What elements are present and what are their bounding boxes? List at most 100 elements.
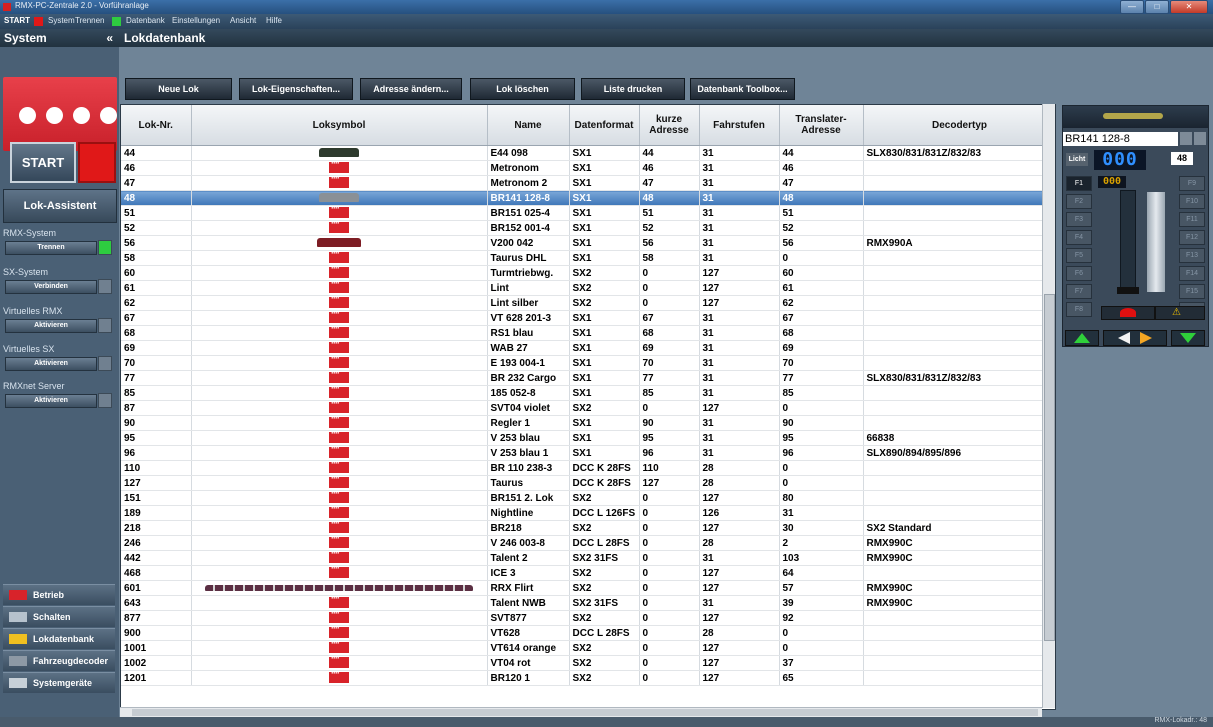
col-lok-nr[interactable]: Lok-Nr. <box>121 105 192 146</box>
decelerate-button[interactable] <box>1171 330 1205 346</box>
close-button[interactable]: ✕ <box>1170 0 1208 14</box>
function-key-f11[interactable]: F11 <box>1179 212 1205 227</box>
datenbank-toolbox-button[interactable]: Datenbank Toolbox... <box>690 78 795 100</box>
table-row[interactable]: 1001VT614 orangeSX201270 <box>121 640 1055 656</box>
table-row[interactable]: 95V 253 blauSX195319566838 <box>121 430 1055 446</box>
throttle-loco-select[interactable]: BR141 128-8 <box>1063 132 1178 146</box>
table-row[interactable]: 62Lint silberSX2012762 <box>121 295 1055 311</box>
table-row[interactable]: 44 E44 098 SX1 44 31 44 SLX830/831/831Z/832/83 <box>121 145 1055 161</box>
direction-button[interactable] <box>1103 330 1167 346</box>
col-loksymbol[interactable]: Loksymbol <box>191 105 488 146</box>
dropdown-icon[interactable] <box>1180 132 1192 145</box>
tool-icon[interactable] <box>1194 132 1206 145</box>
nav-lokdatenbank[interactable]: Lokdatenbank <box>3 628 115 649</box>
table-row[interactable]: 151 BR151 2. LokSX2012780 <box>121 490 1055 506</box>
table-row[interactable]: 60Turmtriebwg.SX2012760 <box>121 265 1055 281</box>
table-vertical-scrollbar[interactable] <box>1042 104 1055 708</box>
col-translater-adresse[interactable]: Translater-Adresse <box>779 105 864 146</box>
table-row[interactable]: 110BR 110 238-3DCC K 28FS110280 <box>121 460 1055 476</box>
table-row[interactable]: 70E 193 004-1SX1703170 <box>121 355 1055 371</box>
table-row[interactable]: 90Regler 1SX1903190 <box>121 415 1055 431</box>
menu-ansicht[interactable]: Ansicht <box>230 16 256 25</box>
table-row[interactable]: 643 Talent NWBSX2 31FS03139RMX990C <box>121 595 1055 611</box>
sx-verbinden-button[interactable]: Verbinden <box>5 280 97 294</box>
function-key-f7[interactable]: F7 <box>1066 284 1092 299</box>
function-key-f10[interactable]: F10 <box>1179 194 1205 209</box>
table-row[interactable]: 246 V 246 003-8DCC L 28FS0282RMX990C <box>121 535 1055 551</box>
function-key-f14[interactable]: F14 <box>1179 266 1205 281</box>
table-row[interactable]: 442 Talent 2SX2 31FS031103RMX990C <box>121 550 1055 566</box>
function-key-f2[interactable]: F2 <box>1066 194 1092 209</box>
adresse-aendern-button[interactable]: Adresse ändern... <box>360 78 462 100</box>
nav-schalten[interactable]: Schalten <box>3 606 115 627</box>
table-row[interactable]: 69WAB 27SX1693169 <box>121 340 1055 356</box>
scrollbar-thumb[interactable] <box>1044 294 1055 641</box>
scrollbar-thumb[interactable] <box>132 709 1038 716</box>
function-key-f13[interactable]: F13 <box>1179 248 1205 263</box>
stop-button[interactable] <box>1101 306 1155 320</box>
collapse-sidebar-icon[interactable]: « <box>106 29 113 47</box>
neue-lok-button[interactable]: Neue Lok <box>125 78 232 100</box>
table-row[interactable]: 46MetronomSX1463146 <box>121 160 1055 176</box>
table-row[interactable]: 58Taurus DHLSX158310 <box>121 250 1055 266</box>
nav-systemgeraete[interactable]: Systemgeräte <box>3 672 115 693</box>
function-key-f6[interactable]: F6 <box>1066 266 1092 281</box>
function-key-f9[interactable]: F9 <box>1179 176 1205 191</box>
menu-trennen[interactable]: Trennen <box>75 16 105 25</box>
table-row[interactable]: 1201 BR120 1SX2012765 <box>121 670 1055 686</box>
slider-knob[interactable] <box>1117 287 1139 294</box>
lok-loeschen-button[interactable]: Lok löschen <box>470 78 575 100</box>
menu-einstellungen[interactable]: Einstellungen <box>172 16 220 25</box>
rmxnet-server-button[interactable]: Aktivieren <box>5 394 97 408</box>
function-key-f3[interactable]: F3 <box>1066 212 1092 227</box>
table-row[interactable]: 48 BR141 128-8 SX1 48 31 48 <box>121 190 1055 206</box>
table-row[interactable]: 56 V200 042 SX1 56 31 56 RMX990A <box>121 235 1055 251</box>
start-button[interactable]: START <box>10 142 76 183</box>
virtuelles-rmx-button[interactable]: Aktivieren <box>5 319 97 333</box>
table-row[interactable]: 77BR 232 CargoSX1773177SLX830/831/831Z/8… <box>121 370 1055 386</box>
col-fahrstufen[interactable]: Fahrstufen <box>699 105 780 146</box>
nav-fahrzeugdecoder[interactable]: Fahrzeugdecoder <box>3 650 115 671</box>
table-row[interactable]: 96V 253 blau 1SX1963196SLX890/894/895/89… <box>121 445 1055 461</box>
menu-start[interactable]: START <box>4 16 30 25</box>
nav-betrieb[interactable]: Betrieb <box>3 584 115 605</box>
lok-assistent-button[interactable]: Lok-Assistent <box>3 189 117 223</box>
table-row[interactable]: 1002 VT04 rotSX2012737 <box>121 655 1055 671</box>
table-row[interactable]: 67VT 628 201-3SX1673167 <box>121 310 1055 326</box>
function-key-f4[interactable]: F4 <box>1066 230 1092 245</box>
menu-datenbank[interactable]: Datenbank <box>126 16 165 25</box>
table-row[interactable]: 601 RRX Flirt SX2 0 127 57 RMX990C <box>121 580 1055 596</box>
speed-slider[interactable] <box>1117 190 1139 294</box>
liste-drucken-button[interactable]: Liste drucken <box>581 78 685 100</box>
function-key-f8[interactable]: F8 <box>1066 302 1092 317</box>
accelerate-button[interactable] <box>1065 330 1099 346</box>
table-row[interactable]: 189 NightlineDCC L 126FS012631 <box>121 505 1055 521</box>
licht-button[interactable]: Licht <box>1066 153 1088 166</box>
lok-eigenschaften-button[interactable]: Lok-Eigenschaften... <box>239 78 353 100</box>
virtuelles-sx-button[interactable]: Aktivieren <box>5 357 97 371</box>
col-name[interactable]: Name <box>487 105 570 146</box>
maximize-button[interactable]: □ <box>1145 0 1169 14</box>
function-key-f12[interactable]: F12 <box>1179 230 1205 245</box>
menu-system[interactable]: System <box>48 16 75 25</box>
table-row[interactable]: 85185 052-8SX1853185 <box>121 385 1055 401</box>
col-decodertyp[interactable]: Decodertyp <box>863 105 1055 146</box>
table-row[interactable]: 61LintSX2012761 <box>121 280 1055 296</box>
function-key-f15[interactable]: F15 <box>1179 284 1205 299</box>
table-row[interactable]: 87SVT04 violetSX201270 <box>121 400 1055 416</box>
table-row[interactable]: 52BR152 001-4SX1523152 <box>121 220 1055 236</box>
table-row[interactable]: 218 BR218SX2012730SX2 Standard <box>121 520 1055 536</box>
table-row[interactable]: 468 ICE 3SX2012764 <box>121 565 1055 581</box>
col-datenformat[interactable]: Datenformat <box>569 105 640 146</box>
table-row[interactable]: 68RS1 blauSX1683168 <box>121 325 1055 341</box>
table-row[interactable]: 877 SVT877SX2012792 <box>121 610 1055 626</box>
emergency-button[interactable]: ⚠ <box>1155 306 1205 320</box>
minimize-button[interactable]: — <box>1120 0 1144 14</box>
rmx-trennen-button[interactable]: Trennen <box>5 241 97 255</box>
table-row[interactable]: 51BR151 025-4SX1513151 <box>121 205 1055 221</box>
speed-bar[interactable] <box>1147 192 1165 292</box>
function-key-f5[interactable]: F5 <box>1066 248 1092 263</box>
table-row[interactable]: 47Metronom 2SX1473147 <box>121 175 1055 191</box>
steps-field[interactable]: 48 <box>1171 152 1193 165</box>
menu-hilfe[interactable]: Hilfe <box>266 16 282 25</box>
